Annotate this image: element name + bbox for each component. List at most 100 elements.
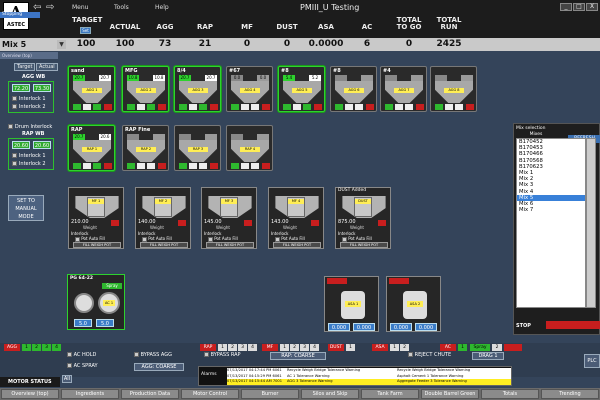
drag-1-button[interactable]: DRAG 1 [472,352,504,360]
weigh-pot-5[interactable]: DUST Added DUST 875.00 Weight Interlock Pot … [335,187,391,249]
tab-overview-top-[interactable]: Overview (top) [1,389,59,399]
checkbox[interactable] [67,352,72,357]
tab-actual[interactable]: Actual [36,63,58,71]
fill-weigh-pot-button[interactable]: FILL WEIGH POT [73,242,121,248]
rap-interlock-2[interactable]: Interlock 2 [12,160,46,167]
dust-cell-1[interactable]: 1 [346,344,355,351]
agg-cell-3[interactable]: 3 [42,344,51,351]
agg-bin-5[interactable]: #8 5.4 5.2 AGG 5 [278,66,325,112]
agg-bin-8[interactable]: AGG 8 [430,66,477,112]
checkbox[interactable] [67,363,72,368]
ac-cell-1[interactable]: 1 [458,344,467,351]
pot-auto-fill-toggle[interactable]: Pot Auto Fill [142,236,172,242]
pot-auto-fill-toggle[interactable]: Pot Auto Fill [342,236,372,242]
tab-motor-control[interactable]: Motor Control [181,389,239,399]
agg-bin-3[interactable]: 8/4 20.7 20.7 AGG 3 [174,66,221,112]
agg-bin-7[interactable]: #4 AGG 7 [380,66,427,112]
pot-auto-fill-toggle[interactable]: Pot Auto Fill [75,236,105,242]
agg-bin-2[interactable]: MFG 10.8 10.8 AGG 2 [122,66,169,112]
menu-item-tools[interactable]: Tools [114,4,129,11]
fill-weigh-pot-button[interactable]: FILL WEIGH POT [340,242,388,248]
stop-button[interactable] [546,321,600,329]
agg-cell-1[interactable]: 1 [22,344,31,351]
mf-cell-4[interactable]: 4 [310,344,319,351]
ac-hold-toggle[interactable]: AC HOLD [67,352,96,358]
mix-list[interactable]: B170452 B170453 B170466 B170568 B170623 Mix 1… [516,138,586,308]
agg-cell-2[interactable]: 2 [32,344,41,351]
agg-interlock-1[interactable]: Interlock 1 [12,95,46,102]
mix-list-item[interactable]: Mix 7 [517,207,585,213]
close-button[interactable]: X [586,3,598,11]
tab-burner[interactable]: Burner [241,389,299,399]
menu-item-help[interactable]: Help [155,4,169,11]
mix-list-scrollbar[interactable] [586,138,596,308]
tab-silos-and-skip[interactable]: Silos and Skip [301,389,359,399]
rap-coarse-button[interactable]: RAP: COARSE [270,352,326,360]
agg-bin-4[interactable]: #67 0.0 0.0 AGG 4 [226,66,273,112]
ac-tank-panel[interactable]: PG 64-22 Spray AC 1 5.0 5.0 [67,274,125,330]
bypass-agg-toggle[interactable]: BYPASS AGG [134,352,172,358]
target-set-button[interactable]: Set [80,27,91,34]
weigh-pot-4[interactable]: MF 4 143.00 Weight Interlock Pot Auto Fill F… [268,187,324,249]
weigh-pot-3[interactable]: MF 3 145.00 Weight Interlock Pot Auto Fill F… [201,187,257,249]
rap-cell-3[interactable]: 3 [238,344,247,351]
agg-interlock-2[interactable]: Interlock 2 [12,103,46,110]
rap-bin-2[interactable]: RAP Fine RAP 2 [122,125,169,171]
reject-chute-toggle[interactable]: REJECT CHUTE [408,352,451,358]
tab-ingredients[interactable]: Ingredients [61,389,119,399]
alarm-list[interactable]: 07/13/2017 04:17:44 PM 6061 Recycle Weigh… [227,368,511,385]
agg-coarse-button[interactable]: AGG: COARSE [134,363,184,371]
mf-cell-3[interactable]: 3 [300,344,309,351]
checkbox[interactable] [12,104,17,109]
fill-weigh-pot-button[interactable]: FILL WEIGH POT [140,242,188,248]
mf-cell-2[interactable]: 2 [290,344,299,351]
asa-cell-1[interactable]: 1 [390,344,399,351]
tab-double-barrel-green[interactable]: Double Barrel Green [421,389,479,399]
checkbox[interactable] [12,96,17,101]
agg-bin-6[interactable]: #8 AGG 6 [330,66,377,112]
asa-cell-2[interactable]: 2 [400,344,409,351]
menu-item-menu[interactable]: Menu [72,4,88,11]
forward-arrow-icon[interactable]: ⇨ [46,3,59,13]
set-to-manual-mode-button[interactable]: SET TO MANUAL MODE [8,195,44,221]
tab-tank-farm[interactable]: Tank Farm [361,389,419,399]
asa-tank-2[interactable]: ASA 2 0.000 0.000 [386,276,441,332]
mix-selector[interactable]: Mix 5 [2,39,26,50]
agg-bin-1[interactable]: sand 20.7 20.7 AGG 1 [68,66,115,112]
rap-interlock-1[interactable]: Interlock 1 [12,152,46,159]
tab-trending[interactable]: Trending [541,389,599,399]
checkbox[interactable] [204,352,209,357]
bypass-rap-toggle[interactable]: BYPASS RAP [204,352,241,358]
ac-spray-toggle[interactable]: AC SPRAY [67,363,98,369]
minimize-button[interactable]: _ [560,3,572,11]
agg-cell-4[interactable]: 4 [52,344,61,351]
maximize-button[interactable]: □ [573,3,585,11]
weigh-pot-2[interactable]: MF 2 140.00 Weight Interlock Pot Auto Fill F… [135,187,191,249]
rap-cell-4[interactable]: 4 [248,344,257,351]
checkbox[interactable] [8,124,13,129]
tab-totals[interactable]: Totals [481,389,539,399]
plc-button[interactable]: PLC [584,354,600,368]
fill-weigh-pot-button[interactable]: FILL WEIGH POT [273,242,321,248]
checkbox[interactable] [408,352,413,357]
chevron-down-icon[interactable]: ▼ [57,40,66,49]
all-button[interactable]: All [62,375,72,383]
tab-target[interactable]: Target [14,63,36,71]
back-arrow-icon[interactable]: ⇦ [33,3,46,13]
alarm-row[interactable]: 07/13/2017 04:15:44 AM 7001 AGG 3 Toleran… [227,379,511,385]
pot-auto-fill-toggle[interactable]: Pot Auto Fill [208,236,238,242]
tab-production-data[interactable]: Production Data [121,389,179,399]
rap-bin-4[interactable]: RAP 4 [226,125,273,171]
rap-cell-2[interactable]: 2 [228,344,237,351]
fill-weigh-pot-button[interactable]: FILL WEIGH POT [206,242,254,248]
rap-bin-3[interactable]: RAP 3 [174,125,221,171]
weigh-pot-1[interactable]: MF 1 210.00 Weight Interlock Pot Auto Fill F… [68,187,124,249]
mf-cell-1[interactable]: 1 [280,344,289,351]
rap-bin-1[interactable]: RAP 20.7 20.6 RAP 1 [68,125,115,171]
rap-cell-1[interactable]: 1 [218,344,227,351]
drum-interlock[interactable]: Drum Interlock [8,123,52,130]
checkbox[interactable] [134,352,139,357]
checkbox[interactable] [12,161,17,166]
asa-tank-1[interactable]: ASA 1 0.000 0.000 [324,276,379,332]
checkbox[interactable] [12,153,17,158]
